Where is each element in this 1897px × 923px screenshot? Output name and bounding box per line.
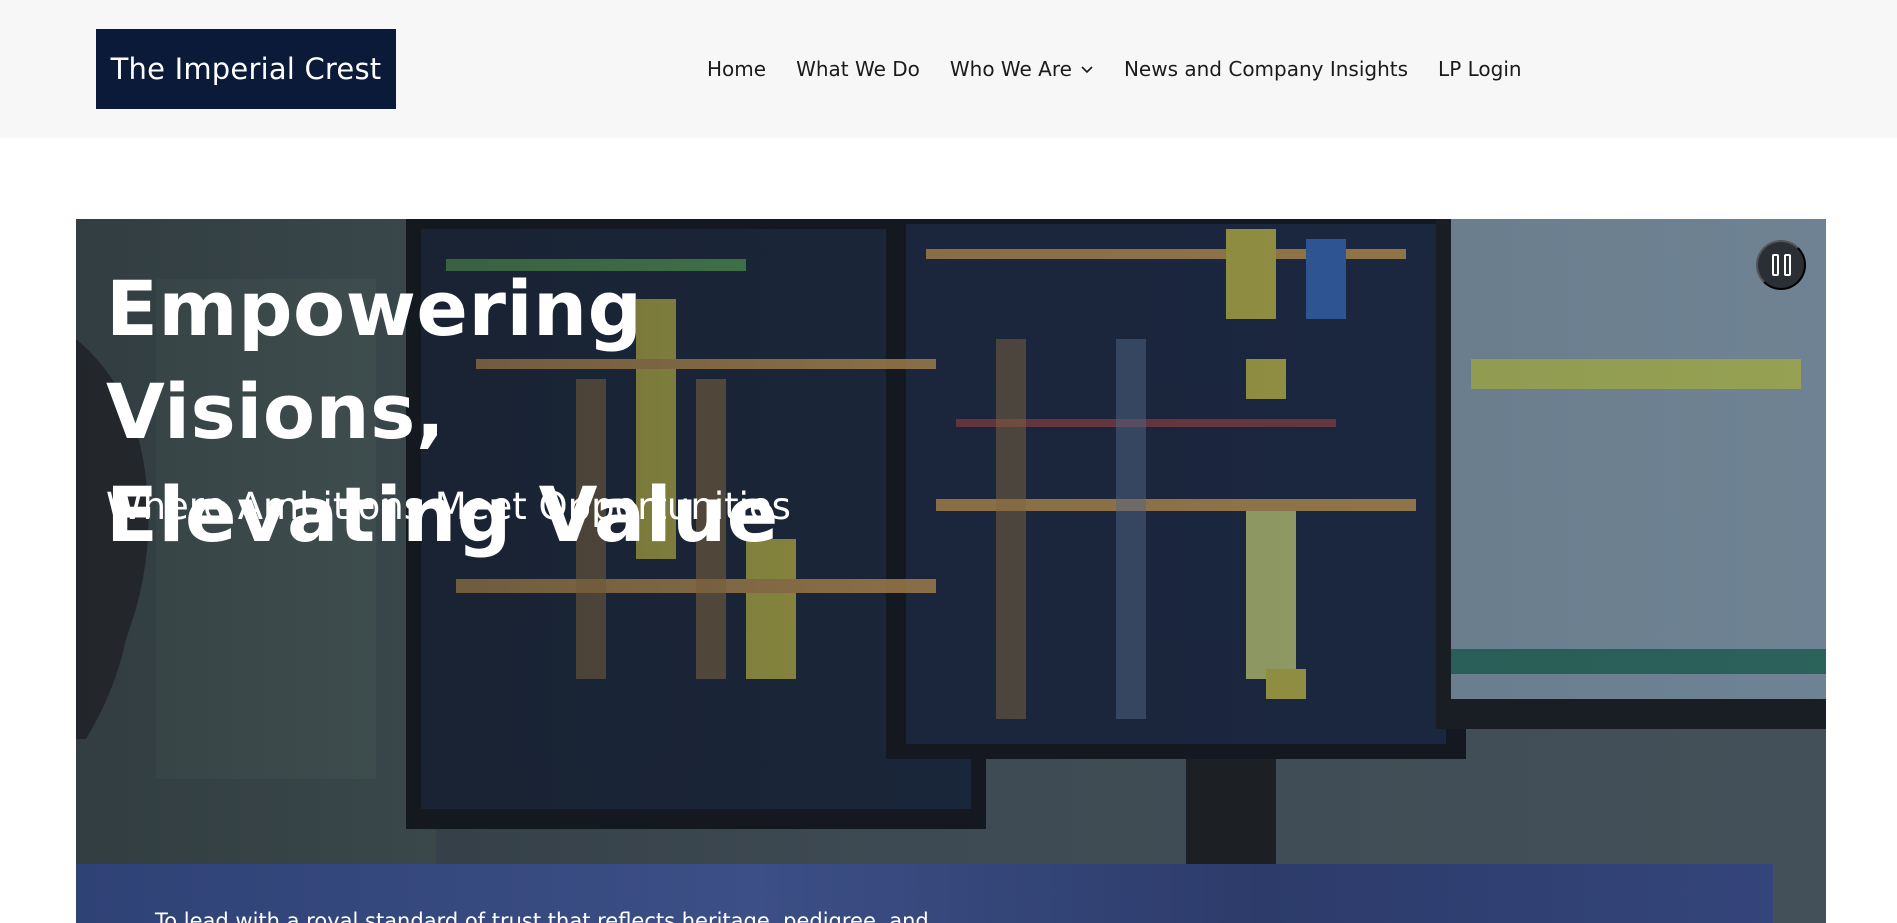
hero-title-line1: Empowering Visions, xyxy=(106,264,643,456)
pause-video-button[interactable] xyxy=(1756,240,1806,290)
chevron-down-icon xyxy=(1081,66,1093,74)
nav-who-we-are[interactable]: Who We Are xyxy=(950,57,1094,81)
nav-who-we-are-label: Who We Are xyxy=(949,57,1072,81)
pause-icon xyxy=(1771,254,1791,276)
nav-what-we-do[interactable]: What We Do xyxy=(796,57,920,81)
nav-news-insights[interactable]: News and Company Insights xyxy=(1124,57,1408,81)
hero-subtitle: Where Ambitions Meet Opportunities xyxy=(106,485,791,528)
nav-news-insights-label: News and Company Insights xyxy=(1123,57,1409,81)
main-nav: Home What We Do Who We Are News and Comp… xyxy=(707,52,1522,86)
nav-lp-login-label: LP Login xyxy=(1438,57,1522,81)
nav-lp-login[interactable]: LP Login xyxy=(1438,57,1522,81)
nav-what-we-do-label: What We Do xyxy=(796,57,920,81)
mission-text: To lead with a royal standard of trust t… xyxy=(155,909,929,923)
nav-home[interactable]: Home xyxy=(707,57,766,81)
nav-home-label: Home xyxy=(707,57,767,81)
site-header: The Imperial Crest Home What We Do Who W… xyxy=(0,0,1897,138)
site-logo[interactable]: The Imperial Crest xyxy=(96,29,396,109)
mission-banner: To lead with a royal standard of trust t… xyxy=(76,864,1773,923)
hero-banner: Empowering Visions, Elevating Value Wher… xyxy=(76,219,1826,923)
